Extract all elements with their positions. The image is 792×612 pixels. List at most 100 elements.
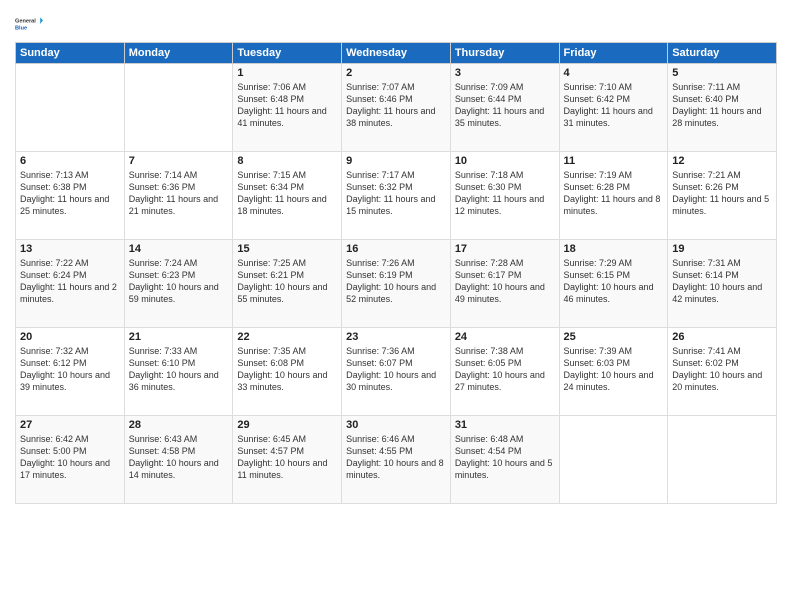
cell-info: Sunset: 6:10 PM [129, 357, 229, 369]
cell-info: Sunrise: 6:42 AM [20, 433, 120, 445]
cell-info: Sunset: 6:24 PM [20, 269, 120, 281]
cell-info: Daylight: 10 hours and 20 minutes. [672, 369, 772, 393]
cell-info: Daylight: 10 hours and 42 minutes. [672, 281, 772, 305]
cell-info: Daylight: 10 hours and 27 minutes. [455, 369, 555, 393]
cell-info: Daylight: 11 hours and 28 minutes. [672, 105, 772, 129]
calendar-cell: 2 Sunrise: 7:07 AMSunset: 6:46 PMDaylight… [342, 64, 451, 152]
calendar-cell: 5Sunrise: 7:11 AMSunset: 6:40 PMDaylight… [668, 64, 777, 152]
cell-info: Sunset: 6:12 PM [20, 357, 120, 369]
cell-info: Daylight: 11 hours and 21 minutes. [129, 193, 229, 217]
calendar-cell: 28Sunrise: 6:43 AMSunset: 4:58 PMDayligh… [124, 416, 233, 504]
cell-info: Sunrise: 7:17 AM [346, 169, 446, 181]
cell-info: Daylight: 10 hours and 14 minutes. [129, 457, 229, 481]
day-number: 6 [20, 155, 120, 167]
cell-info: Daylight: 10 hours and 55 minutes. [237, 281, 337, 305]
cell-info: Sunrise: 7:25 AM [237, 257, 337, 269]
day-number: 9 [346, 155, 446, 167]
column-header-tuesday: Tuesday [233, 43, 342, 64]
calendar-cell: 31Sunrise: 6:48 AMSunset: 4:54 PMDayligh… [450, 416, 559, 504]
calendar-cell: 18Sunrise: 7:29 AMSunset: 6:15 PMDayligh… [559, 240, 668, 328]
day-number: 1 [237, 67, 337, 79]
cell-info: Daylight: 10 hours and 11 minutes. [237, 457, 337, 481]
cell-info: Sunset: 4:58 PM [129, 445, 229, 457]
cell-info: Sunrise: 7:10 AM [564, 81, 664, 93]
calendar-cell: 15Sunrise: 7:25 AMSunset: 6:21 PMDayligh… [233, 240, 342, 328]
cell-info: Sunrise: 7:28 AM [455, 257, 555, 269]
cell-info: Sunset: 6:02 PM [672, 357, 772, 369]
calendar-cell: 14Sunrise: 7:24 AMSunset: 6:23 PMDayligh… [124, 240, 233, 328]
cell-info: Sunset: 6:15 PM [564, 269, 664, 281]
day-number: 23 [346, 331, 446, 343]
calendar-cell [668, 416, 777, 504]
day-number: 21 [129, 331, 229, 343]
cell-info: Daylight: 11 hours and 12 minutes. [455, 193, 555, 217]
calendar-cell: 20Sunrise: 7:32 AMSunset: 6:12 PMDayligh… [16, 328, 125, 416]
cell-info: Sunset: 6:42 PM [564, 93, 664, 105]
calendar-cell: 30Sunrise: 6:46 AMSunset: 4:55 PMDayligh… [342, 416, 451, 504]
cell-info: Sunrise: 7:07 AM [346, 81, 446, 93]
calendar-cell [559, 416, 668, 504]
cell-info: Sunrise: 7:32 AM [20, 345, 120, 357]
calendar-cell: 9Sunrise: 7:17 AMSunset: 6:32 PMDaylight… [342, 152, 451, 240]
cell-info: Daylight: 11 hours and 31 minutes. [564, 105, 664, 129]
day-number: 13 [20, 243, 120, 255]
day-number: 19 [672, 243, 772, 255]
cell-info: Sunrise: 6:45 AM [237, 433, 337, 445]
cell-info: Daylight: 10 hours and 46 minutes. [564, 281, 664, 305]
calendar-cell: 17Sunrise: 7:28 AMSunset: 6:17 PMDayligh… [450, 240, 559, 328]
cell-info: Sunset: 6:03 PM [564, 357, 664, 369]
cell-info: Sunset: 5:00 PM [20, 445, 120, 457]
cell-info: Sunset: 6:19 PM [346, 269, 446, 281]
day-number: 20 [20, 331, 120, 343]
cell-info: Sunrise: 7:35 AM [237, 345, 337, 357]
day-number: 3 [455, 67, 555, 79]
day-number: 17 [455, 243, 555, 255]
calendar-cell [16, 64, 125, 152]
day-number: 10 [455, 155, 555, 167]
cell-info: Sunrise: 7:09 AM [455, 81, 555, 93]
cell-info: Daylight: 11 hours and 38 minutes. [346, 105, 446, 129]
cell-info: Sunrise: 7:29 AM [564, 257, 664, 269]
day-number: 25 [564, 331, 664, 343]
day-number: 14 [129, 243, 229, 255]
calendar-cell: 29Sunrise: 6:45 AMSunset: 4:57 PMDayligh… [233, 416, 342, 504]
day-number: 22 [237, 331, 337, 343]
calendar-cell: 8Sunrise: 7:15 AMSunset: 6:34 PMDaylight… [233, 152, 342, 240]
calendar-cell: 23Sunrise: 7:36 AMSunset: 6:07 PMDayligh… [342, 328, 451, 416]
day-number: 28 [129, 419, 229, 431]
calendar-week-4: 20 Sunrise: 7:32 AMSunset: 6:12 PM Dayligh… [16, 328, 777, 416]
calendar-cell: 19Sunrise: 7:31 AMSunset: 6:14 PMDayligh… [668, 240, 777, 328]
calendar-week-3: 13Sunrise: 7:22 AMSunset: 6:24 PMDayligh… [16, 240, 777, 328]
cell-info: Sunset: 6:26 PM [672, 181, 772, 193]
day-number: 30 [346, 419, 446, 431]
cell-info: Sunset: 6:44 PM [455, 93, 555, 105]
day-number: 26 [672, 331, 772, 343]
calendar-cell: 26Sunrise: 7:41 AMSunset: 6:02 PMDayligh… [668, 328, 777, 416]
calendar-cell: 21Sunrise: 7:33 AMSunset: 6:10 PMDayligh… [124, 328, 233, 416]
calendar-cell: 27Sunrise: 6:42 AMSunset: 5:00 PMDayligh… [16, 416, 125, 504]
cell-info: Sunrise: 7:13 AM [20, 169, 120, 181]
column-header-wednesday: Wednesday [342, 43, 451, 64]
day-number: 24 [455, 331, 555, 343]
svg-text:Blue: Blue [15, 26, 27, 32]
cell-info: Daylight: 10 hours and 59 minutes. [129, 281, 229, 305]
cell-info: Sunrise: 7:21 AM [672, 169, 772, 181]
cell-info: Sunset: 6:17 PM [455, 269, 555, 281]
cell-info: Sunset: 6:46 PM [346, 93, 446, 105]
cell-info: Sunset: 4:54 PM [455, 445, 555, 457]
cell-info: Sunrise: 7:33 AM [129, 345, 229, 357]
cell-info: Sunrise: 6:46 AM [346, 433, 446, 445]
calendar-cell: 11Sunrise: 7:19 AMSunset: 6:28 PMDayligh… [559, 152, 668, 240]
cell-info: Daylight: 11 hours and 2 minutes. [20, 281, 120, 305]
cell-info: Sunrise: 7:26 AM [346, 257, 446, 269]
cell-info: Daylight: 10 hours and 52 minutes. [346, 281, 446, 305]
calendar-cell: 24Sunrise: 7:38 AMSunset: 6:05 PMDayligh… [450, 328, 559, 416]
cell-info: Daylight: 11 hours and 35 minutes. [455, 105, 555, 129]
day-number: 2 [346, 67, 446, 79]
column-header-saturday: Saturday [668, 43, 777, 64]
cell-info: Sunset: 6:21 PM [237, 269, 337, 281]
column-header-thursday: Thursday [450, 43, 559, 64]
cell-info: Sunrise: 7:39 AM [564, 345, 664, 357]
cell-info: Daylight: 11 hours and 41 minutes. [237, 105, 337, 129]
cell-info: Sunset: 6:07 PM [346, 357, 446, 369]
